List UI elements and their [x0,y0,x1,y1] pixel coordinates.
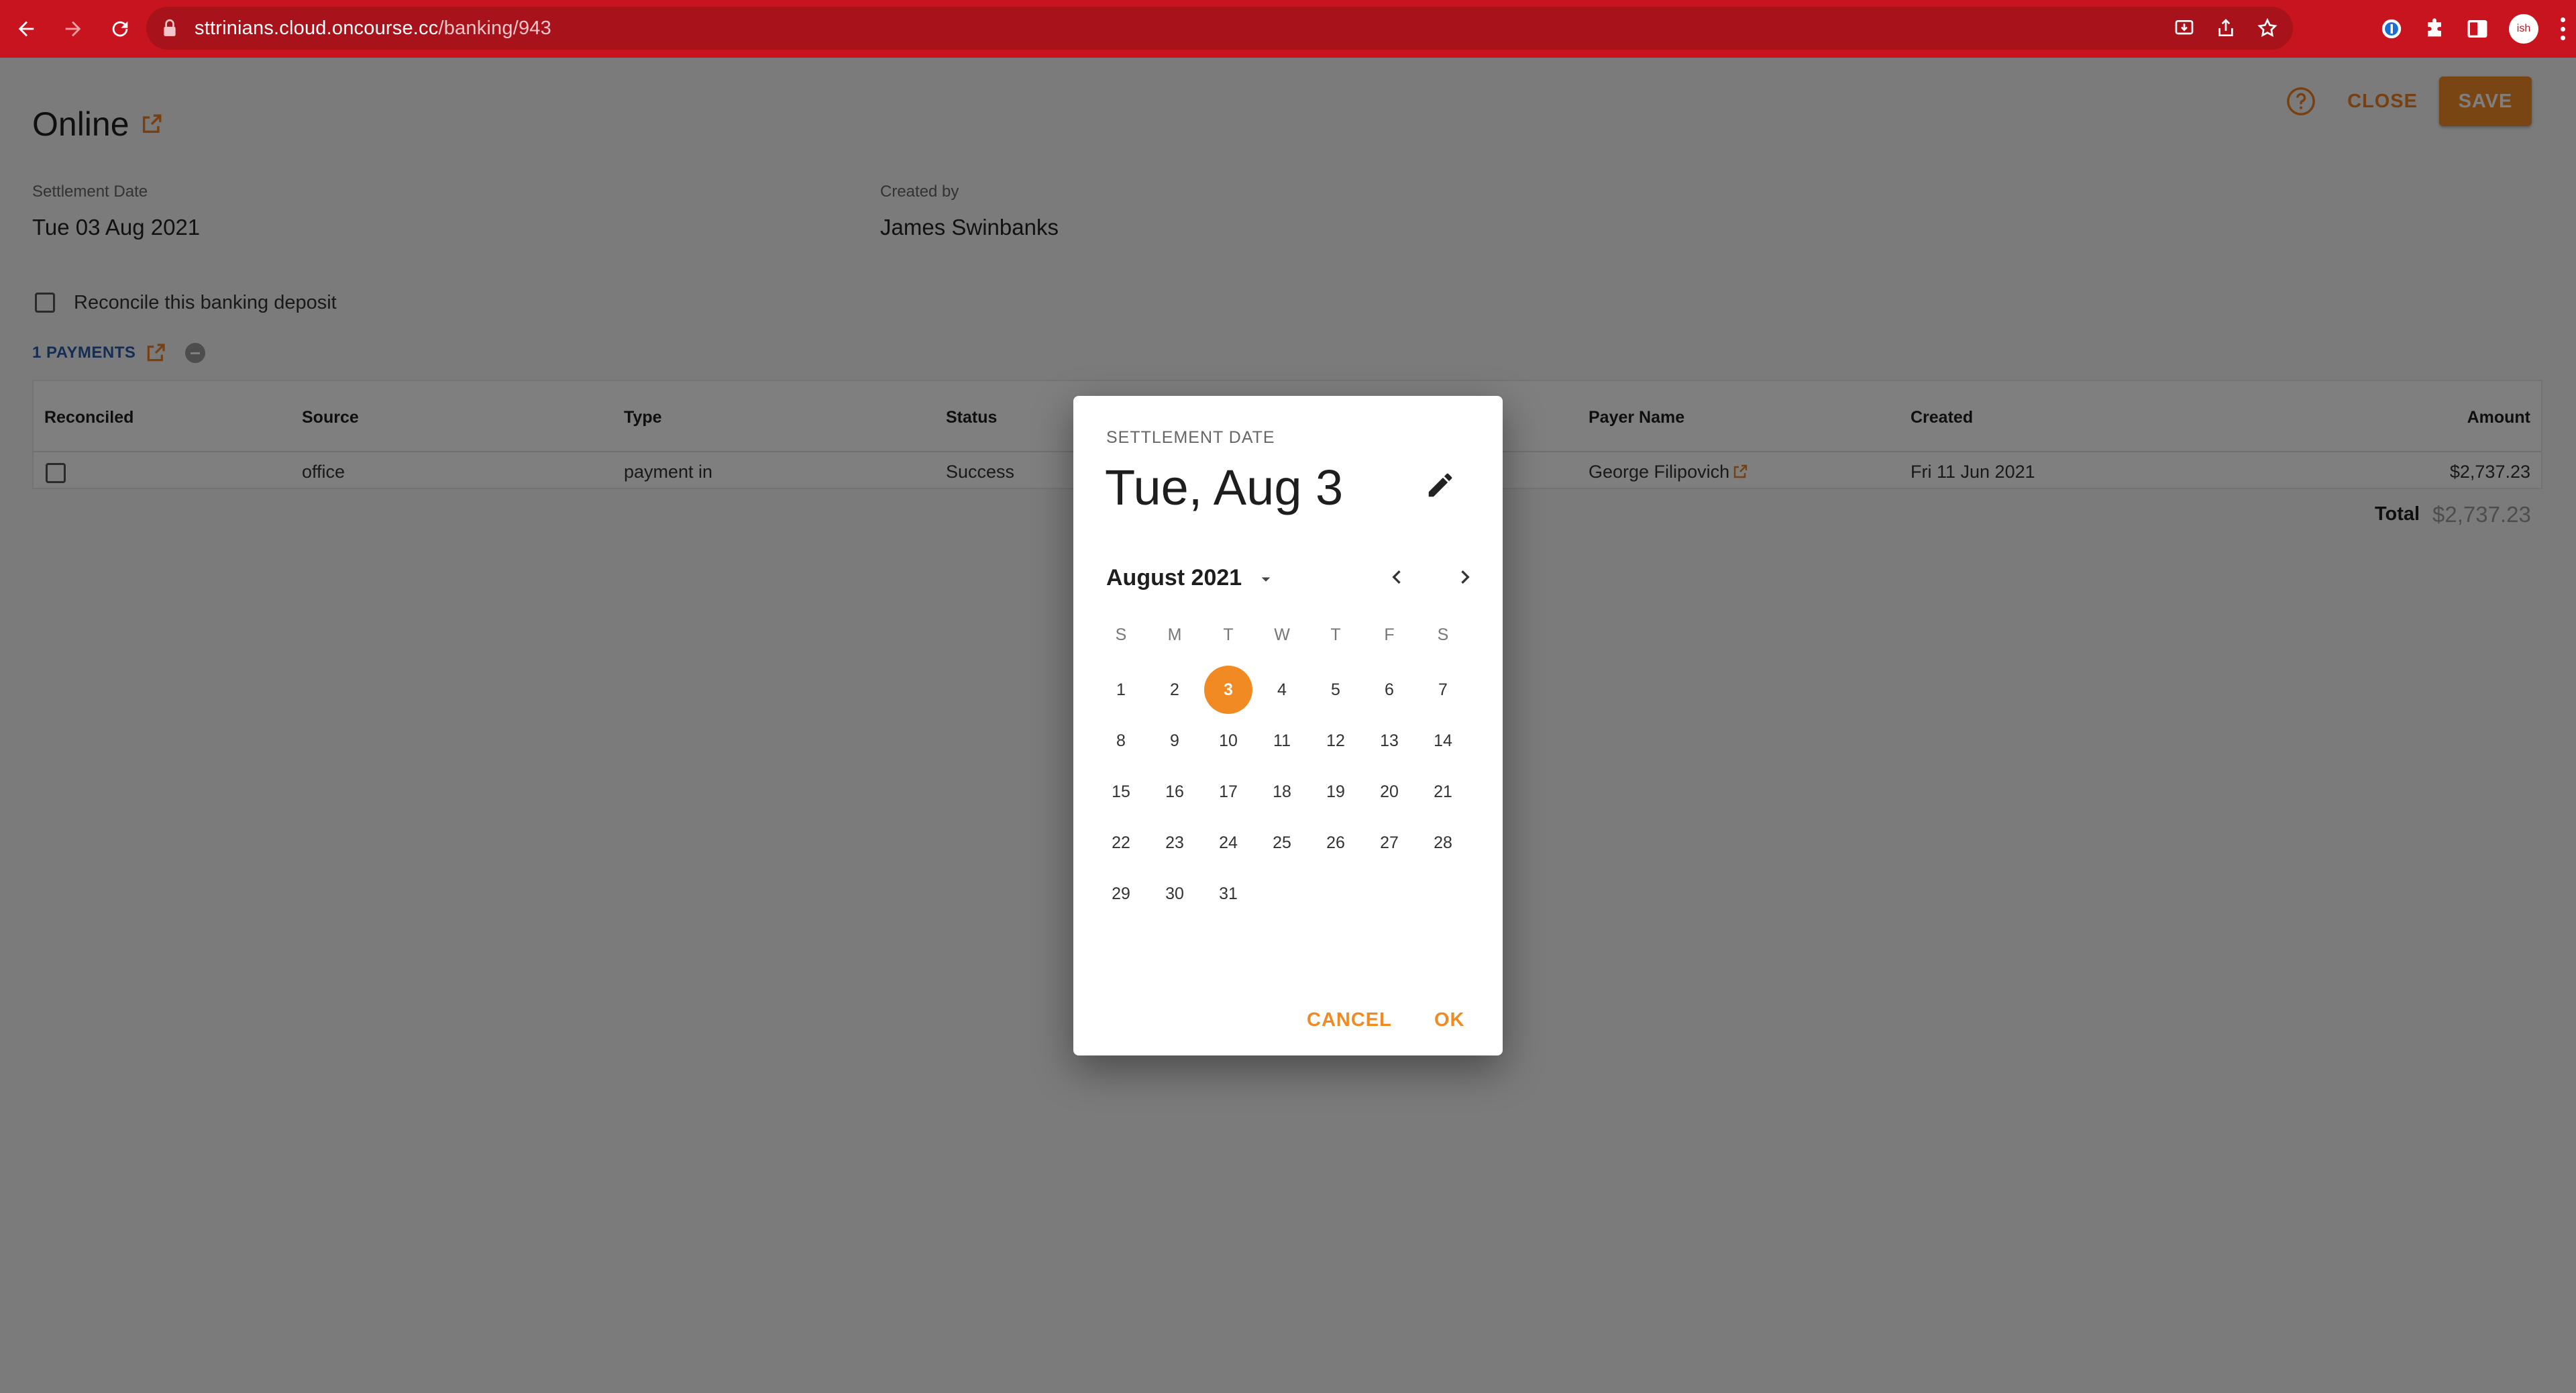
address-bar[interactable]: sttrinians.cloud.oncourse.cc/banking/943 [146,7,2293,50]
cancel-button[interactable]: CANCEL [1307,1009,1392,1031]
weekday-label: T [1330,625,1341,644]
calendar-day[interactable]: 23 [1148,819,1201,867]
calendar-day[interactable]: 26 [1309,819,1362,867]
weekday-label: M [1167,625,1182,644]
calendar-day[interactable]: 16 [1148,768,1201,816]
pencil-edit-icon[interactable] [1425,470,1456,501]
url-text: sttrinians.cloud.oncourse.cc/banking/943 [195,17,551,40]
calendar-day-empty [1309,870,1362,918]
calendar-day[interactable]: 9 [1148,717,1201,765]
date-picker-title: SETTLEMENT DATE [1106,428,1275,447]
calendar-day[interactable]: 15 [1094,768,1148,816]
calendar-day[interactable]: 5 [1309,666,1362,714]
url-host: sttrinians.cloud.oncourse.cc [195,17,439,39]
weekday-header: S M T W T F S [1094,625,1470,645]
side-panel-icon[interactable] [2466,17,2489,40]
calendar-day[interactable]: 4 [1255,666,1309,714]
profile-avatar[interactable]: ish [2509,14,2538,44]
calendar-week: 1 2 3 4 5 6 7 [1094,666,1470,714]
calendar-day[interactable]: 31 [1201,870,1255,918]
next-month-button[interactable] [1452,564,1479,590]
reload-icon [112,21,128,37]
browser-toolbar: sttrinians.cloud.oncourse.cc/banking/943… [0,0,2576,58]
share-icon[interactable] [2215,17,2237,39]
calendar-day[interactable]: 10 [1201,717,1255,765]
extensions-puzzle-icon[interactable] [2423,17,2446,40]
forward-button[interactable] [52,8,94,50]
url-path: /banking/943 [438,17,551,39]
calendar-day[interactable]: 18 [1255,768,1309,816]
calendar-day-empty [1362,870,1416,918]
calendar-day[interactable]: 20 [1362,768,1416,816]
month-dropdown-caret-icon[interactable] [1256,569,1276,589]
calendar-day-empty [1416,870,1470,918]
calendar-day-empty [1255,870,1309,918]
install-app-icon[interactable] [2174,17,2195,39]
calendar-day[interactable]: 8 [1094,717,1148,765]
address-bar-actions [2174,7,2278,50]
calendar-week: 22 23 24 25 26 27 28 [1094,819,1470,867]
extensions-area: ish [2380,8,2567,50]
calendar-day[interactable]: 21 [1416,768,1470,816]
back-arrow-icon [18,21,34,37]
calendar-day[interactable]: 29 [1094,870,1148,918]
calendar-week: 8 9 10 11 12 13 14 [1094,717,1470,765]
bookmark-star-icon[interactable] [2257,17,2278,39]
calendar-day[interactable]: 2 [1148,666,1201,714]
calendar-week: 15 16 17 18 19 20 21 [1094,768,1470,816]
month-year-label[interactable]: August 2021 [1106,565,1242,591]
calendar-day[interactable]: 25 [1255,819,1309,867]
selected-day-number[interactable]: 3 [1204,666,1252,714]
calendar-day[interactable]: 1 [1094,666,1148,714]
weekday-label: S [1115,625,1127,644]
browser-menu-icon[interactable] [2559,17,2567,40]
calendar-day[interactable]: 11 [1255,717,1309,765]
calendar-day[interactable]: 28 [1416,819,1470,867]
calendar-week: 29 30 31 [1094,870,1470,918]
calendar-day[interactable]: 19 [1309,768,1362,816]
back-button[interactable] [5,8,47,50]
calendar-day[interactable]: 17 [1201,768,1255,816]
weekday-label: S [1437,625,1449,644]
weekday-label: T [1223,625,1234,644]
calendar-day[interactable]: 30 [1148,870,1201,918]
selected-date-display: Tue, Aug 3 [1105,460,1344,515]
calendar-day[interactable]: 14 [1416,717,1470,765]
lock-icon [164,19,176,36]
calendar-day[interactable]: 12 [1309,717,1362,765]
previous-month-button[interactable] [1383,564,1410,590]
date-picker-dialog: SETTLEMENT DATE Tue, Aug 3 August 2021 S… [1073,396,1503,1055]
calendar-day[interactable]: 27 [1362,819,1416,867]
reload-button[interactable] [99,8,141,50]
calendar-day-selected[interactable]: 3 [1201,666,1255,714]
weekday-label: F [1384,625,1395,644]
calendar-day[interactable]: 24 [1201,819,1255,867]
forward-arrow-icon [65,21,81,37]
calendar-day[interactable]: 13 [1362,717,1416,765]
ok-button[interactable]: OK [1434,1009,1465,1031]
calendar-day[interactable]: 22 [1094,819,1148,867]
calendar-day[interactable]: 6 [1362,666,1416,714]
weekday-label: W [1274,625,1290,644]
calendar-day[interactable]: 7 [1416,666,1470,714]
password-manager-icon[interactable] [2380,17,2403,40]
